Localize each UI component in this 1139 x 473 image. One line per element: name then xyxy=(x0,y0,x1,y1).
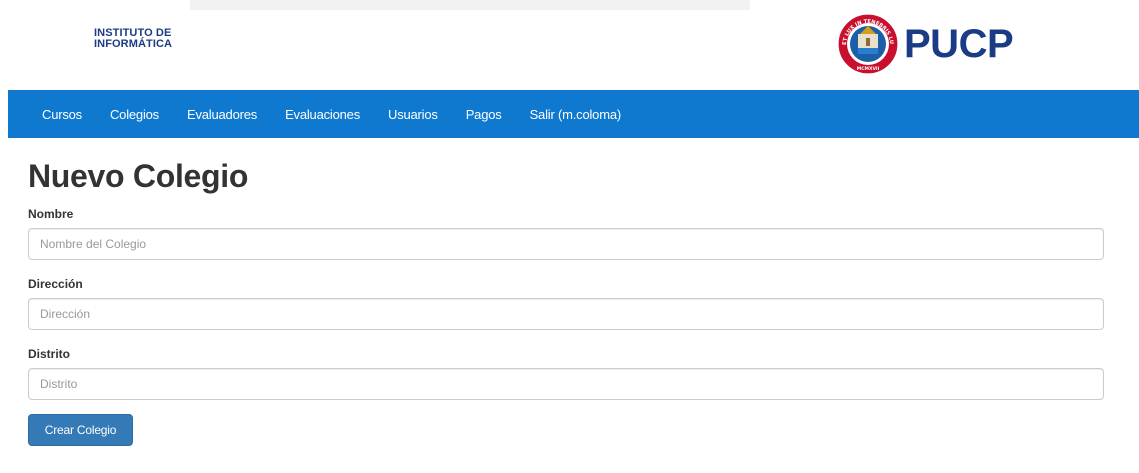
direccion-label: Dirección xyxy=(28,277,83,291)
university-logo-text: PUCP xyxy=(904,22,1014,66)
nav-item-usuarios[interactable]: Usuarios xyxy=(388,107,438,122)
nav-item-colegios[interactable]: Colegios xyxy=(110,107,159,122)
distrito-input[interactable] xyxy=(28,368,1104,400)
nav-item-logout[interactable]: Salir (m.coloma) xyxy=(530,107,622,122)
nav-item-cursos[interactable]: Cursos xyxy=(42,107,82,122)
create-school-button[interactable]: Crear Colegio xyxy=(28,414,133,446)
page-title: Nuevo Colegio xyxy=(28,158,249,194)
institute-logo[interactable]: INSTITUTO DE INFORMÁTICA xyxy=(94,28,172,50)
nombre-label: Nombre xyxy=(28,207,74,221)
distrito-label: Distrito xyxy=(28,347,70,361)
institute-logo-line2: INFORMÁTICA xyxy=(94,38,173,50)
nav-item-evaluaciones[interactable]: Evaluaciones xyxy=(285,107,360,122)
svg-text:MCMXVII: MCMXVII xyxy=(857,66,880,72)
university-seal-icon: ET LUX IN TENEBRIS LUCET MCMXVII xyxy=(836,12,899,75)
nav-item-evaluadores[interactable]: Evaluadores xyxy=(187,107,257,122)
nombre-input[interactable] xyxy=(28,228,1104,260)
header-decoration xyxy=(190,0,750,10)
university-logo[interactable]: ET LUX IN TENEBRIS LUCET MCMXVII PUCP xyxy=(836,12,1014,75)
nav-item-pagos[interactable]: Pagos xyxy=(466,107,502,122)
page-header: INSTITUTO DE INFORMÁTICA ET LUX IN TENEB… xyxy=(0,0,1139,90)
direccion-input[interactable] xyxy=(28,298,1104,330)
main-navbar: Cursos Colegios Evaluadores Evaluaciones… xyxy=(8,90,1139,138)
